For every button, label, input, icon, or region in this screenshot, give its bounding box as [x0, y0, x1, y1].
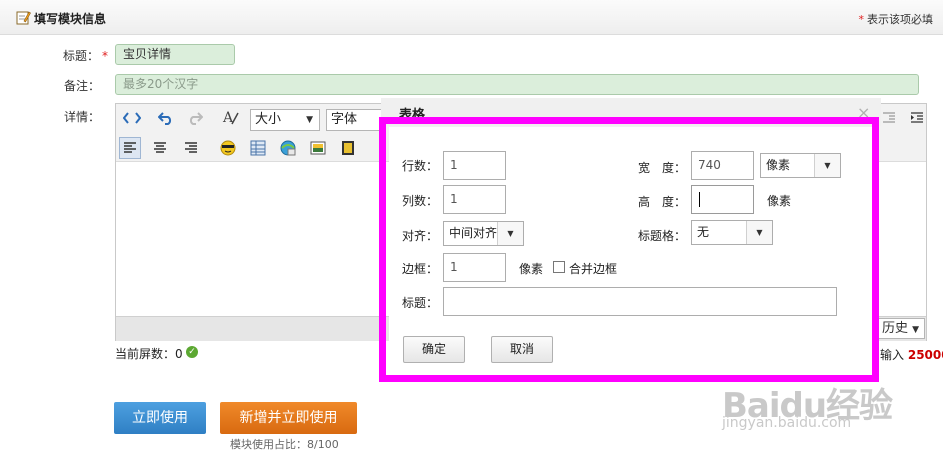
- image-icon[interactable]: [307, 137, 329, 159]
- undo-icon[interactable]: [155, 107, 177, 129]
- check-icon: ✓: [186, 346, 198, 358]
- required-note-text: 表示该项必填: [867, 13, 933, 26]
- font-family-select[interactable]: 字体: [326, 109, 382, 131]
- indent-icon[interactable]: [906, 107, 928, 129]
- module-usage-ratio: 模块使用占比：8/100: [230, 438, 339, 451]
- title-label: 标题： *: [48, 47, 108, 64]
- emoticon-icon[interactable]: [217, 137, 239, 159]
- redo-icon[interactable]: [184, 107, 206, 129]
- undo-glyph: [158, 112, 172, 125]
- outdent-icon[interactable]: [878, 107, 900, 129]
- edit-icon: [16, 11, 31, 25]
- highlight-frame: [379, 117, 879, 382]
- title-input[interactable]: 宝贝详情: [115, 44, 235, 65]
- indent-glyph: [911, 112, 923, 123]
- required-note: * 表示该项必填: [859, 11, 934, 27]
- screen-count: 当前屏数：0: [115, 347, 183, 361]
- image-glyph: [310, 141, 326, 155]
- detail-label: 详情：: [63, 110, 100, 124]
- table-icon[interactable]: [247, 137, 269, 159]
- format-painter-glyph: A: [222, 110, 239, 126]
- note-input[interactable]: 最多20个汉字: [115, 74, 919, 95]
- align-center-icon[interactable]: [149, 137, 171, 159]
- title-label-text: 标题：: [62, 49, 99, 63]
- source-code-icon[interactable]: [121, 107, 143, 129]
- align-center-glyph: [154, 142, 166, 153]
- redo-glyph: [189, 112, 203, 125]
- add-and-use-button[interactable]: 新增并立即使用: [220, 402, 357, 434]
- input-count-value: 25000: [907, 348, 943, 362]
- font-family-value: 字体: [331, 112, 358, 127]
- table-glyph: [250, 140, 266, 156]
- module-info-header: [0, 0, 943, 35]
- outdent-glyph: [883, 112, 895, 123]
- input-count: 输入 25000: [880, 346, 943, 363]
- emoticon-glyph: [220, 140, 236, 156]
- input-count-label: 输入: [880, 348, 905, 362]
- title-required-star: *: [102, 49, 108, 63]
- font-size-select[interactable]: 大小 ▼: [250, 109, 320, 131]
- align-right-icon[interactable]: [180, 137, 202, 159]
- history-select[interactable]: 历史 ▼: [875, 318, 925, 339]
- page-title: 填写模块信息: [34, 12, 107, 26]
- link-glyph: [280, 140, 296, 156]
- use-now-button[interactable]: 立即使用: [114, 402, 206, 434]
- align-left-glyph: [124, 142, 136, 153]
- note-label: 备注：: [63, 79, 100, 93]
- link-icon[interactable]: [277, 137, 299, 159]
- source-code-glyph: [123, 112, 141, 124]
- format-painter-icon[interactable]: A: [220, 107, 242, 129]
- required-star: *: [858, 13, 865, 26]
- font-size-value: 大小: [255, 112, 282, 127]
- history-value: 历史: [882, 321, 909, 336]
- align-left-icon[interactable]: [119, 137, 141, 159]
- watermark-url: jingyan.baidu.com: [722, 415, 852, 431]
- media-glyph: [342, 141, 354, 155]
- media-icon[interactable]: [337, 137, 359, 159]
- chevron-down-icon: ▼: [912, 325, 920, 335]
- align-right-glyph: [185, 142, 197, 153]
- chevron-down-icon: ▼: [306, 115, 313, 125]
